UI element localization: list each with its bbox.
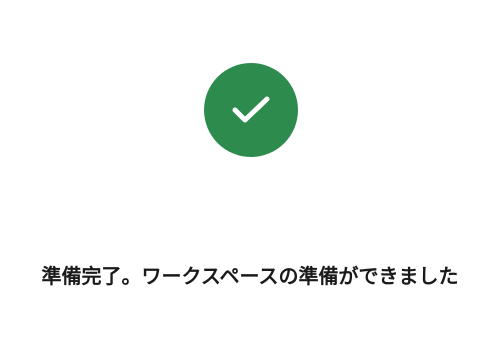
success-badge [204, 63, 298, 157]
checkmark-icon [231, 95, 271, 125]
status-message: 準備完了。ワークスペースの準備ができました [41, 264, 459, 288]
setup-complete-page: 準備完了。ワークスペースの準備ができました [0, 0, 500, 349]
